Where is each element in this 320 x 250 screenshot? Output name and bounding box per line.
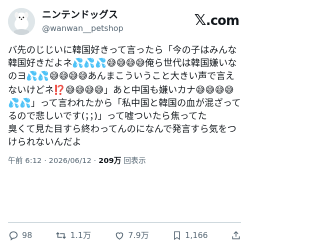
x-logo-icon: 𝕏 [194, 11, 206, 29]
reply-icon [9, 230, 18, 241]
like-icon [115, 231, 124, 240]
bookmark-count: 1,166 [184, 230, 208, 240]
brand-logo[interactable]: 𝕏.com [194, 11, 239, 29]
action-bar: 98 1.1万 7.9万 1,166 [8, 228, 241, 242]
author-names: ニンテンドッグス @wanwan__petshop [42, 10, 123, 34]
like-count: 7.9万 [128, 230, 149, 240]
display-name[interactable]: ニンテンドッグス [42, 10, 123, 22]
retweet-count: 1.1万 [70, 230, 92, 240]
divider [8, 222, 241, 223]
tweet-header: ニンテンドッグス @wanwan__petshop 𝕏.com [8, 6, 241, 36]
bookmark-icon [174, 230, 180, 240]
tweet-time[interactable]: 午前 6:12 [8, 156, 42, 165]
tweet-card: ニンテンドッグス @wanwan__petshop 𝕏.com バ先のじじいに韓… [0, 0, 249, 250]
retweet-button[interactable]: 1.1万 [55, 230, 91, 241]
user-handle[interactable]: @wanwan__petshop [42, 23, 123, 34]
tweet-meta: 午前 6:12 · 2026/06/12 · 209万 回表示 [8, 156, 241, 166]
brand-suffix: .com [205, 14, 240, 29]
views-count: 209万 [98, 155, 122, 165]
share-button[interactable] [231, 230, 241, 241]
reply-count: 98 [22, 230, 33, 240]
like-button[interactable]: 7.9万 [114, 230, 149, 241]
views-label: 回表示 [123, 155, 146, 165]
tweet-text: バ先のじじいに韓国好きって言ったら「今の子はみんな韓国好きだよネ💦💦💦😅😅😅😅俺… [8, 45, 241, 149]
avatar[interactable] [8, 8, 35, 35]
avatar-image [8, 8, 35, 35]
reply-button[interactable]: 98 [8, 230, 32, 241]
tweet-date[interactable]: 2026/06/12 [49, 156, 92, 165]
retweet-icon [56, 231, 67, 239]
bookmark-button[interactable]: 1,166 [172, 230, 208, 241]
share-icon [232, 230, 240, 239]
